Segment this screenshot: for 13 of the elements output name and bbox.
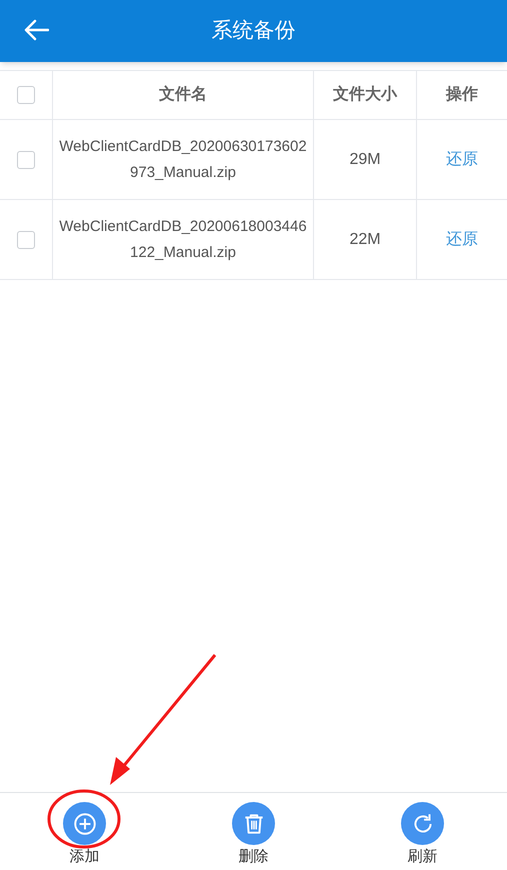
column-header: 文件大小 (333, 84, 397, 105)
file-name: WebClientCardDB_20200630173602973_Manual.zip (58, 136, 308, 182)
back-arrow-icon[interactable] (24, 19, 49, 41)
column-header: 文件名 (159, 84, 207, 105)
file-size: 29M (349, 150, 381, 170)
checkbox[interactable] (17, 86, 35, 104)
plus-icon (72, 810, 98, 836)
page-title: 系统备份 (212, 18, 296, 44)
checkbox[interactable] (17, 230, 35, 248)
file-size: 22M (349, 230, 381, 250)
checkbox[interactable] (17, 150, 35, 168)
column-header: 操作 (446, 84, 478, 105)
file-name: WebClientCardDB_20200618003446122_Manual.zip (58, 216, 308, 262)
